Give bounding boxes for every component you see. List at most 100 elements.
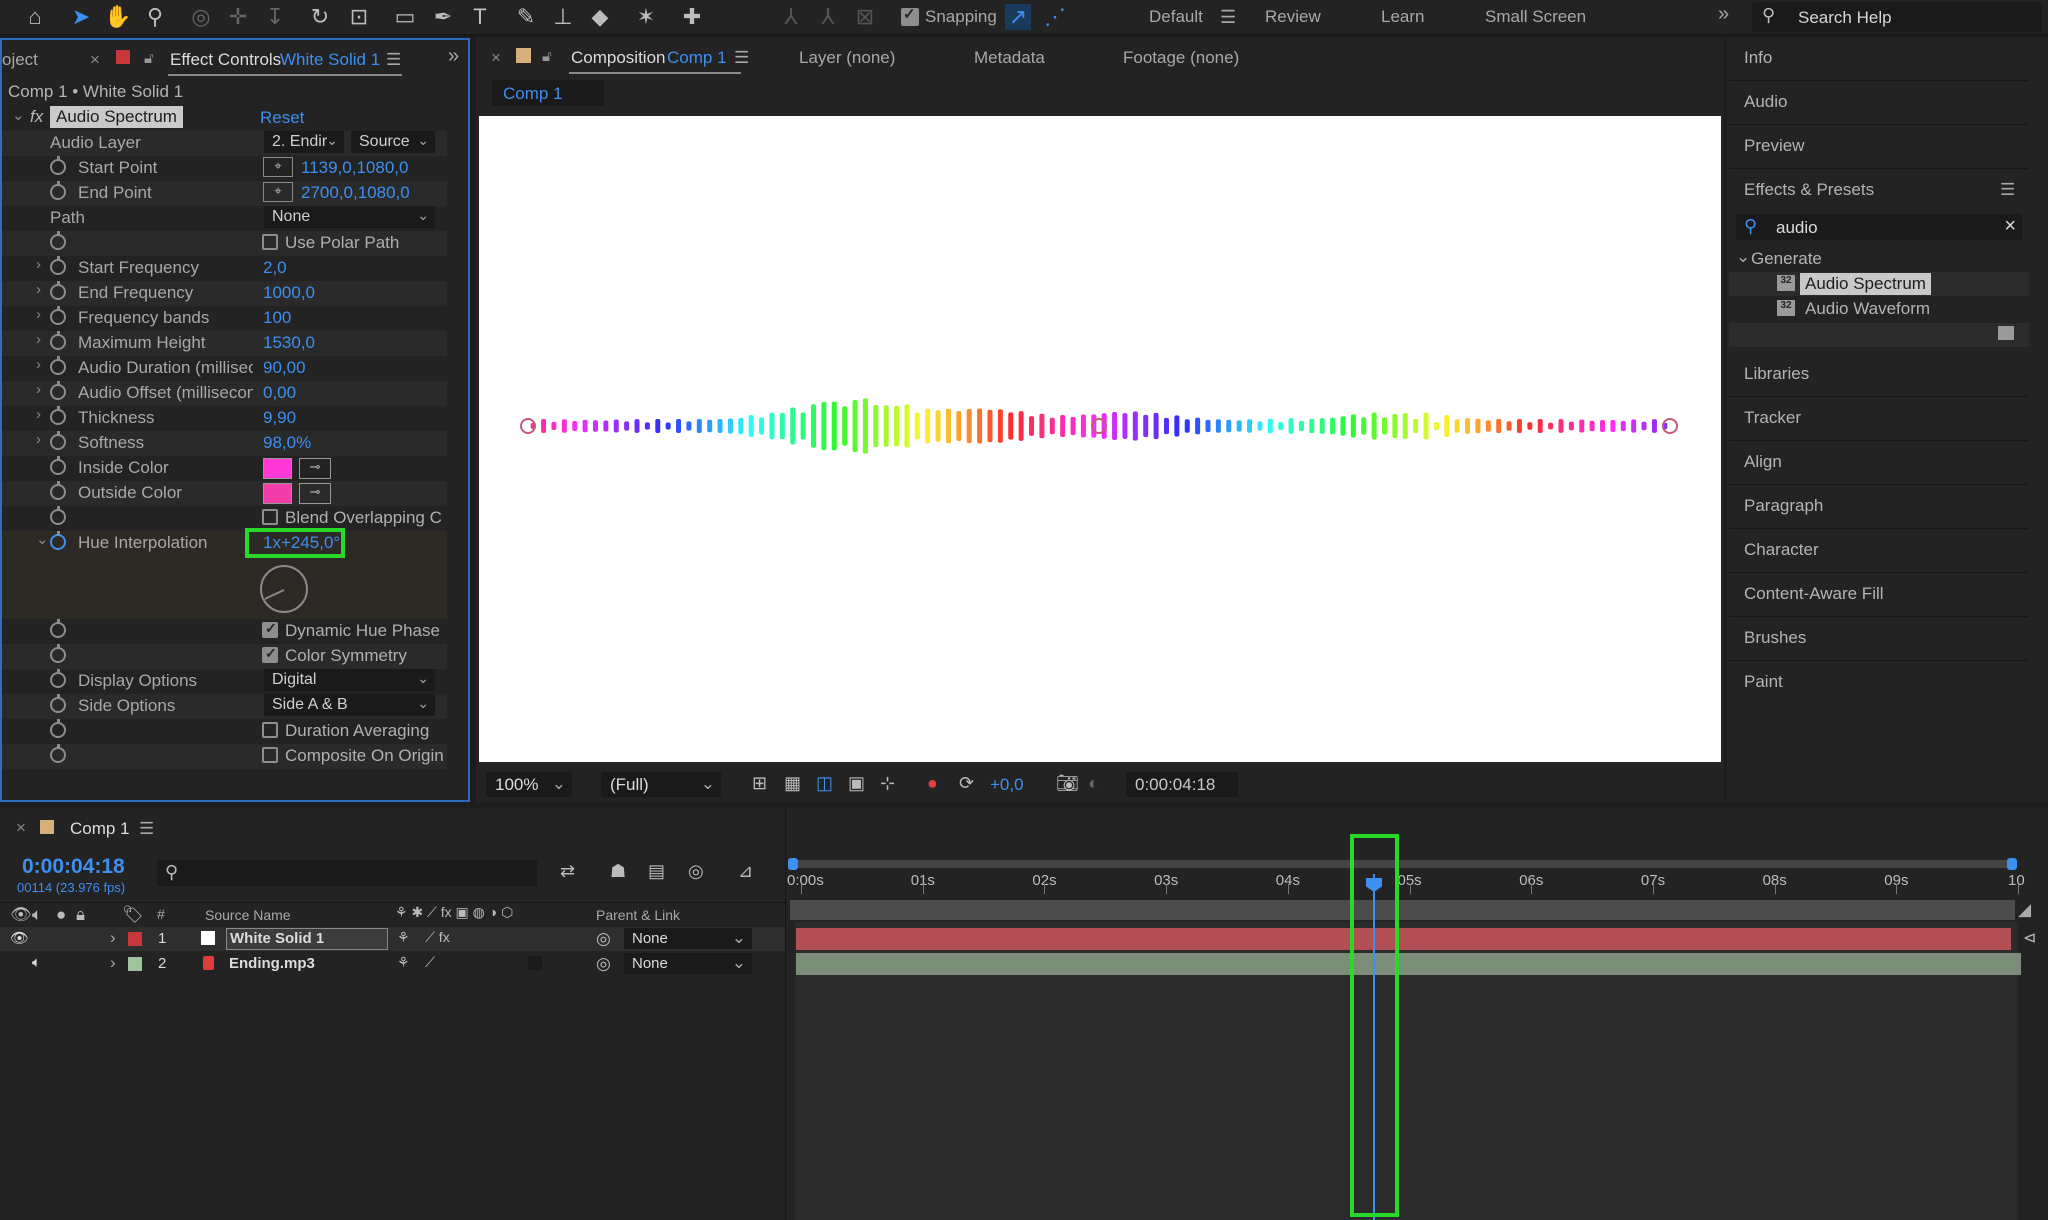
- workspace-small-screen[interactable]: Small Screen: [1485, 7, 1586, 27]
- stopwatch-icon[interactable]: [50, 306, 66, 325]
- angle-dial[interactable]: [260, 565, 308, 613]
- chevron-right-icon[interactable]: ›: [110, 953, 116, 973]
- reset-link[interactable]: Reset: [260, 108, 304, 128]
- crosshair-icon[interactable]: ⌖: [263, 157, 293, 177]
- zoom-dropdown[interactable]: 100% ⌄: [486, 772, 572, 797]
- layer-name-field[interactable]: White Solid 1: [226, 928, 388, 950]
- pickwhip-icon[interactable]: ◎: [596, 954, 611, 974]
- close-icon[interactable]: ×: [491, 48, 501, 68]
- panel-align[interactable]: Align: [1744, 452, 1782, 472]
- panel-paint[interactable]: Paint: [1744, 672, 1783, 692]
- video-eye-icon[interactable]: 👁︎: [10, 929, 29, 947]
- stopwatch-icon[interactable]: [50, 281, 66, 300]
- pan-tool-icon[interactable]: ✛: [225, 4, 251, 30]
- layer-switches-icons[interactable]: ⚘ ⟋: [397, 954, 435, 971]
- chevron-right-icon[interactable]: ›: [36, 406, 41, 423]
- channel-icon[interactable]: ●: [927, 773, 938, 794]
- work-area-ruler[interactable]: [790, 900, 2015, 920]
- inside-color-swatch[interactable]: [263, 458, 292, 479]
- rotate-tool-icon[interactable]: ↻: [307, 4, 333, 30]
- stopwatch-icon[interactable]: [50, 644, 66, 663]
- tab-effect-controls[interactable]: Effect Controls: [170, 50, 281, 70]
- label-tag-icon[interactable]: 🏷︎: [122, 905, 144, 925]
- reset-exposure-icon[interactable]: ⟳: [959, 773, 974, 794]
- work-area-end-handle[interactable]: [2007, 858, 2017, 870]
- layer-row[interactable]: 🔈︎ › 2 Ending.mp3 ⚘ ⟋ ◎ None ⌄: [0, 952, 785, 976]
- chevron-right-icon[interactable]: ›: [36, 306, 41, 323]
- panel-character[interactable]: Character: [1744, 540, 1819, 560]
- tab-project[interactable]: oject: [2, 50, 38, 70]
- stopwatch-icon[interactable]: [50, 456, 66, 475]
- layer-label-swatch[interactable]: [128, 957, 142, 971]
- comp-marker-bin-icon[interactable]: ◢: [2018, 900, 2036, 920]
- effect-name[interactable]: Audio Spectrum: [50, 106, 183, 128]
- panel-menu-icon[interactable]: ☰: [139, 819, 154, 839]
- lock-icon[interactable]: 🔓︎: [144, 50, 154, 67]
- crosshair-icon[interactable]: ⌖: [263, 182, 293, 202]
- snapshot-camera-icon[interactable]: 📷︎: [1056, 773, 1079, 794]
- type-tool-icon[interactable]: T: [467, 4, 493, 30]
- audio-source-dropdown[interactable]: Source ⌄: [351, 131, 435, 153]
- pan-behind-tool-icon[interactable]: ⊡: [346, 4, 372, 30]
- fast-previews-icon[interactable]: ⊞: [752, 773, 767, 794]
- panel-menu-icon[interactable]: ☰: [2000, 180, 2015, 200]
- stopwatch-icon[interactable]: [50, 231, 66, 250]
- audio-speaker-icon[interactable]: 🔈︎: [32, 905, 42, 925]
- work-area-start-handle[interactable]: [788, 858, 798, 870]
- workspace-overflow-icon[interactable]: »: [1718, 3, 1729, 26]
- search-help-field[interactable]: ⚲ Search Help: [1752, 2, 2042, 32]
- panel-menu-icon[interactable]: ☰: [734, 48, 749, 68]
- timeline-search-field[interactable]: ⚲: [157, 860, 537, 886]
- tab-footage[interactable]: Footage (none): [1123, 48, 1239, 68]
- column-source-name[interactable]: Source Name: [205, 907, 291, 923]
- chevron-right-icon[interactable]: ›: [36, 356, 41, 373]
- category-generate[interactable]: Generate: [1751, 249, 1822, 269]
- eyedropper-icon[interactable]: ⊸: [299, 483, 331, 504]
- panel-paragraph[interactable]: Paragraph: [1744, 496, 1823, 516]
- close-icon[interactable]: ×: [16, 818, 26, 838]
- parent-dropdown[interactable]: None ⌄: [624, 928, 752, 949]
- tab-composition[interactable]: Composition: [571, 48, 666, 68]
- stopwatch-icon[interactable]: [50, 406, 66, 425]
- region-of-interest-icon[interactable]: ▣: [848, 773, 865, 794]
- rectangle-tool-icon[interactable]: ▭: [392, 4, 418, 30]
- stopwatch-icon[interactable]: [50, 531, 66, 550]
- chevron-right-icon[interactable]: ›: [110, 928, 116, 948]
- tab-layer[interactable]: Layer (none): [799, 48, 895, 68]
- clone-stamp-icon[interactable]: ⊥: [550, 4, 576, 30]
- pen-tool-icon[interactable]: ✒: [430, 4, 456, 30]
- axis-view-icon[interactable]: ⊠: [852, 4, 878, 30]
- panel-libraries[interactable]: Libraries: [1744, 364, 1809, 384]
- stopwatch-icon[interactable]: [50, 506, 66, 525]
- chevron-right-icon[interactable]: ›: [36, 256, 41, 273]
- effects-search-field[interactable]: ⚲ audio ×: [1736, 214, 2022, 240]
- stopwatch-icon[interactable]: [50, 381, 66, 400]
- tab-effect-controls-layer[interactable]: White Solid 1: [280, 50, 380, 70]
- stopwatch-icon[interactable]: [50, 744, 66, 763]
- stopwatch-icon[interactable]: [50, 669, 66, 688]
- chevron-down-icon[interactable]: ⌄: [36, 530, 49, 548]
- snap-features-icon[interactable]: ⋰: [1042, 4, 1068, 30]
- transparency-grid-icon[interactable]: ▦: [784, 773, 801, 794]
- composite-on-origin-checkbox[interactable]: [262, 747, 278, 763]
- work-area-bar[interactable]: [788, 858, 2017, 870]
- audio-duration-value[interactable]: 90,00: [263, 358, 306, 378]
- audio-offset-value[interactable]: 0,00: [263, 383, 296, 403]
- stopwatch-icon[interactable]: [50, 719, 66, 738]
- chevron-down-icon[interactable]: ⌄: [12, 106, 25, 124]
- panel-menu-icon[interactable]: ☰: [386, 50, 401, 70]
- show-snapshot-icon[interactable]: ◐: [1088, 773, 1099, 794]
- layer-bar-ending-mp3[interactable]: [796, 953, 2021, 975]
- eraser-tool-icon[interactable]: ◆: [587, 4, 613, 30]
- comp-flowchart-tab[interactable]: Comp 1: [492, 80, 604, 106]
- end-point-value[interactable]: 2700,0,1080,0: [301, 183, 410, 203]
- brush-tool-icon[interactable]: ✎: [513, 4, 539, 30]
- stopwatch-icon[interactable]: [50, 156, 66, 175]
- close-icon[interactable]: ×: [90, 50, 100, 70]
- dolly-tool-icon[interactable]: ↧: [262, 4, 288, 30]
- thickness-value[interactable]: 9,90: [263, 408, 296, 428]
- tab-metadata[interactable]: Metadata: [974, 48, 1045, 68]
- switch-box[interactable]: [528, 956, 542, 970]
- clear-search-icon[interactable]: ×: [2004, 215, 2016, 238]
- dynamic-hue-phase-checkbox[interactable]: [262, 620, 278, 638]
